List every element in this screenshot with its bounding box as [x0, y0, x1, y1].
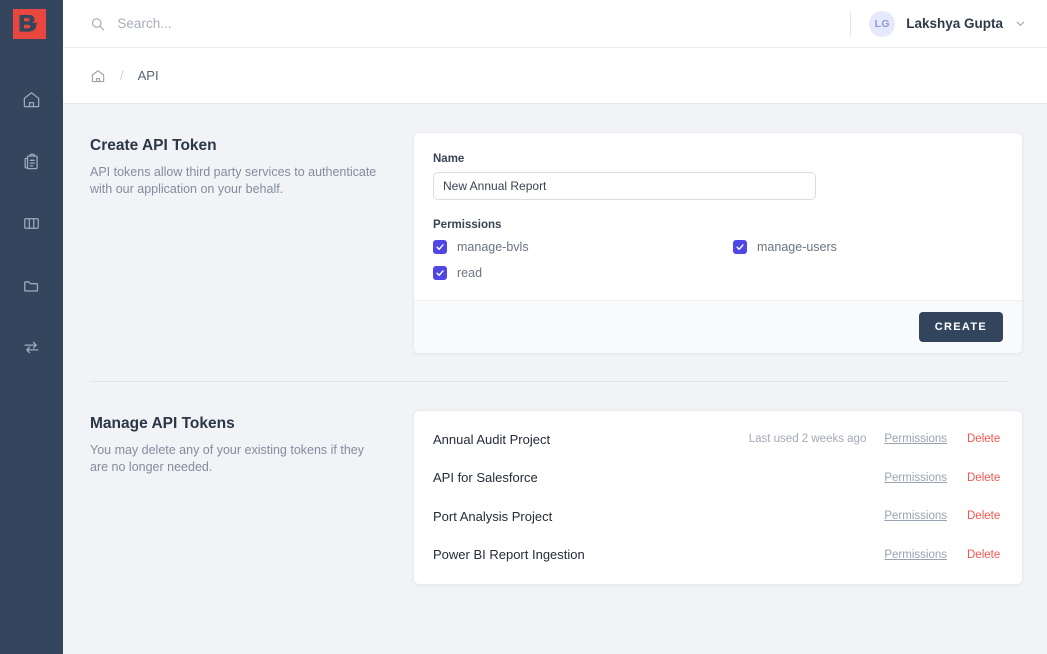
token-permissions-link[interactable]: Permissions: [884, 510, 947, 522]
checkbox-checked-icon[interactable]: [433, 266, 447, 280]
token-permissions-link[interactable]: Permissions: [884, 433, 947, 445]
chevron-down-icon[interactable]: [1014, 17, 1027, 30]
name-label: Name: [433, 153, 1003, 165]
create-section-form: Name Permissions: [413, 132, 1035, 354]
sidebar-item-home[interactable]: [11, 78, 53, 120]
permission-label: manage-users: [757, 240, 837, 254]
permissions-label: Permissions: [433, 219, 1003, 231]
home-icon: [22, 90, 41, 109]
permission-checkbox-manage-users[interactable]: manage-users: [733, 240, 1003, 254]
create-api-token-section: Create API Token API tokens allow third …: [63, 104, 1035, 354]
table-row: Power BI Report Ingestion Permissions De…: [414, 536, 1022, 575]
checkbox-checked-icon[interactable]: [733, 240, 747, 254]
token-name-input[interactable]: [433, 172, 816, 200]
search-icon: [90, 16, 105, 32]
manage-section-title: Manage API Tokens: [90, 415, 383, 433]
breadcrumb-home-link[interactable]: [90, 68, 106, 84]
page-title: Create API Token: [90, 137, 383, 155]
user-menu[interactable]: LG Lakshya Gupta: [869, 11, 1027, 37]
clipboard-icon: [22, 152, 41, 171]
content-area: Create API Token API tokens allow third …: [63, 104, 1047, 654]
home-icon: [90, 68, 106, 84]
search-input[interactable]: [117, 0, 850, 47]
token-delete-link[interactable]: Delete: [967, 433, 1003, 445]
manage-section-info: Manage API Tokens You may delete any of …: [90, 410, 413, 585]
token-list: Annual Audit Project Last used 2 weeks a…: [414, 411, 1022, 584]
checkbox-checked-icon[interactable]: [433, 240, 447, 254]
columns-icon: [22, 214, 41, 233]
table-row: Port Analysis Project Permissions Delete: [414, 497, 1022, 536]
permission-checkbox-read[interactable]: read: [433, 266, 733, 280]
create-button[interactable]: CREATE: [919, 312, 1003, 342]
token-name: Annual Audit Project: [433, 432, 749, 447]
create-section-info: Create API Token API tokens allow third …: [90, 132, 413, 354]
token-delete-link[interactable]: Delete: [967, 510, 1003, 522]
create-token-card-body: Name Permissions: [414, 133, 1022, 300]
sidebar-item-files[interactable]: [11, 264, 53, 306]
manage-section-list: Annual Audit Project Last used 2 weeks a…: [413, 410, 1035, 585]
search-container[interactable]: [63, 0, 850, 47]
topbar: LG Lakshya Gupta: [63, 0, 1047, 48]
breadcrumb-current[interactable]: API: [138, 68, 159, 83]
token-name: API for Salesforce: [433, 470, 866, 485]
token-delete-link[interactable]: Delete: [967, 472, 1003, 484]
bv-logo-icon: [12, 8, 52, 40]
token-name: Port Analysis Project: [433, 509, 866, 524]
permissions-grid: manage-bvls manage-users: [433, 240, 1003, 280]
token-permissions-link[interactable]: Permissions: [884, 549, 947, 561]
token-delete-link[interactable]: Delete: [967, 549, 1003, 561]
app-logo[interactable]: [0, 0, 63, 48]
sidebar-item-columns[interactable]: [11, 202, 53, 244]
create-section-description: API tokens allow third party services to…: [90, 164, 383, 197]
permission-checkbox-manage-bvls[interactable]: manage-bvls: [433, 240, 733, 254]
table-row: API for Salesforce Permissions Delete: [414, 459, 1022, 498]
token-permissions-link[interactable]: Permissions: [884, 472, 947, 484]
permission-label: manage-bvls: [457, 240, 529, 254]
sidebar: [0, 0, 63, 654]
topbar-divider: [850, 11, 851, 37]
create-token-card-footer: CREATE: [414, 300, 1022, 353]
token-list-card: Annual Audit Project Last used 2 weeks a…: [413, 410, 1023, 585]
breadcrumb-separator: /: [120, 68, 124, 83]
permission-label: read: [457, 266, 482, 280]
main-column: LG Lakshya Gupta / API: [63, 0, 1047, 654]
app-root: LG Lakshya Gupta / API: [0, 0, 1047, 654]
user-name: Lakshya Gupta: [906, 16, 1003, 31]
sidebar-item-reports[interactable]: [11, 140, 53, 182]
token-last-used: Last used 2 weeks ago: [749, 433, 867, 445]
table-row: Annual Audit Project Last used 2 weeks a…: [414, 420, 1022, 459]
folder-icon: [22, 276, 41, 295]
manage-api-tokens-section: Manage API Tokens You may delete any of …: [63, 382, 1035, 585]
sidebar-nav: [11, 78, 53, 368]
breadcrumb: / API: [63, 48, 1047, 104]
sidebar-item-transfers[interactable]: [11, 326, 53, 368]
avatar: LG: [869, 11, 895, 37]
create-token-card: Name Permissions: [413, 132, 1023, 354]
transfer-icon: [22, 338, 41, 357]
manage-section-description: You may delete any of your existing toke…: [90, 442, 383, 475]
token-name: Power BI Report Ingestion: [433, 547, 866, 562]
